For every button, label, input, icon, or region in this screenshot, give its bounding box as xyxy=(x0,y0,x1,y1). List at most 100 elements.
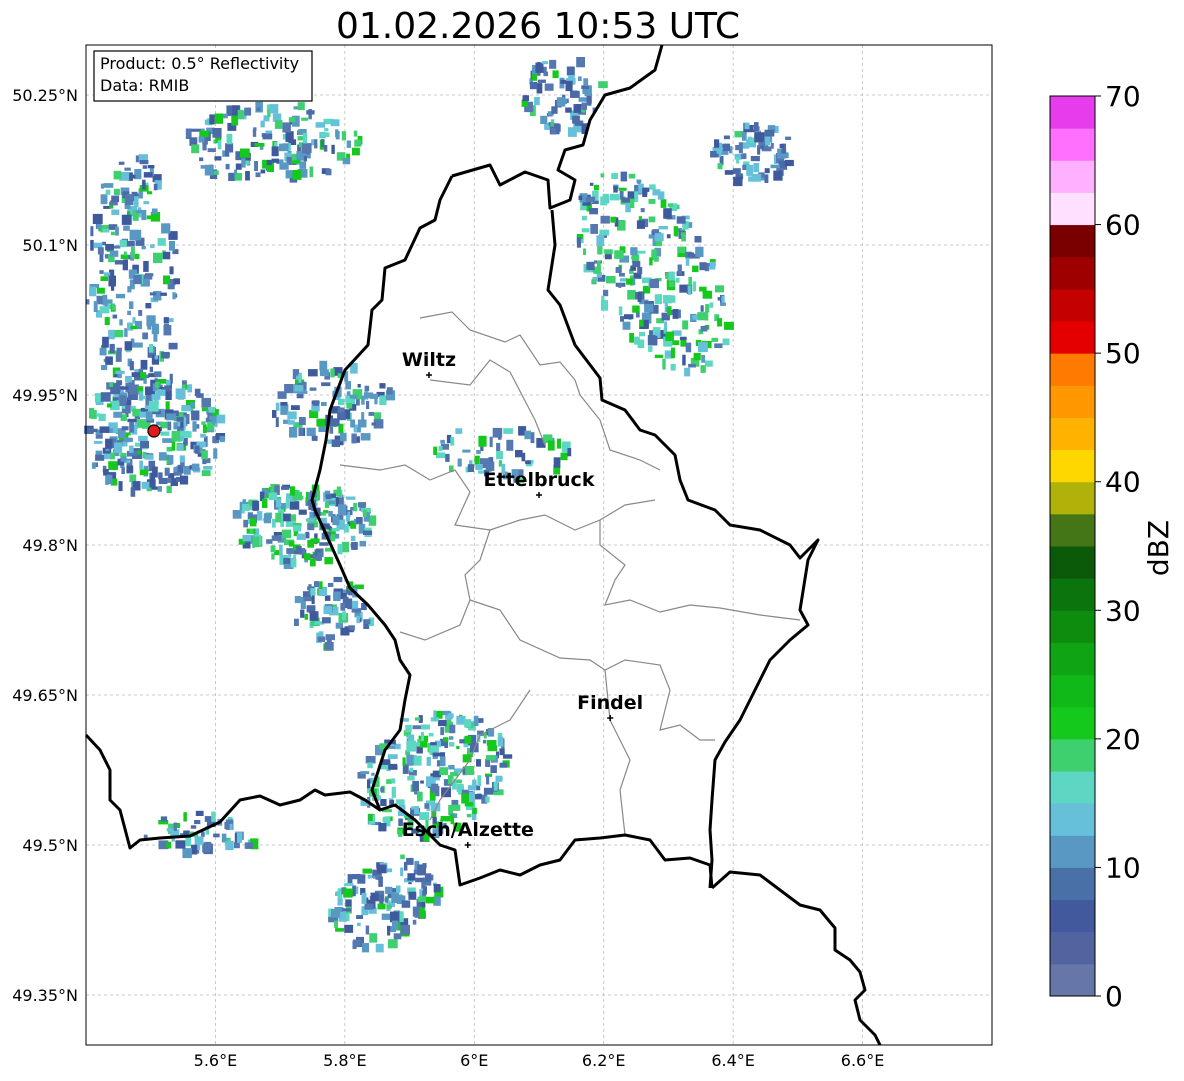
echo-cell xyxy=(419,907,425,919)
echo-cell xyxy=(98,413,106,422)
lat-tick-label: 50.1°N xyxy=(22,236,78,255)
echo-cell xyxy=(297,136,304,141)
echo-cell xyxy=(124,341,133,351)
echo-cell xyxy=(162,438,173,443)
echo-cell xyxy=(166,446,173,452)
echo-cell xyxy=(176,416,184,422)
echo-cell xyxy=(412,725,422,730)
echo-cell xyxy=(506,439,514,451)
echo-cell xyxy=(567,448,572,457)
echo-cell xyxy=(269,104,279,114)
colorbar-bin xyxy=(1050,160,1095,193)
colorbar-bin xyxy=(1050,481,1095,515)
echo-cell xyxy=(121,214,132,225)
echo-cell xyxy=(171,430,182,442)
echo-cell xyxy=(676,216,686,224)
echo-cell xyxy=(324,595,331,601)
echo-cell xyxy=(130,325,138,330)
echo-cell xyxy=(386,779,392,784)
echo-cell xyxy=(169,266,174,275)
echo-cell xyxy=(670,347,676,358)
echo-cell xyxy=(455,428,463,434)
echo-cell xyxy=(133,275,142,284)
echo-cell xyxy=(658,226,668,230)
echo-cell xyxy=(351,433,357,444)
echo-cell xyxy=(499,748,505,756)
echo-cell xyxy=(256,511,263,521)
echo-cell xyxy=(400,854,405,860)
echo-cell xyxy=(660,199,667,208)
echo-cell xyxy=(316,418,326,427)
echo-cell xyxy=(365,925,370,935)
echo-cell xyxy=(292,160,301,164)
echo-cell xyxy=(611,173,619,179)
echo-cell xyxy=(583,78,589,86)
echo-cell xyxy=(127,310,131,316)
echo-cell xyxy=(300,609,305,618)
echo-cell xyxy=(560,452,568,461)
echo-cell xyxy=(586,261,595,271)
figure-title: 01.02.2026 10:53 UTC xyxy=(336,6,740,47)
echo-cell xyxy=(104,317,110,325)
echo-cell xyxy=(406,754,414,766)
echo-cell xyxy=(345,381,351,390)
echo-cell xyxy=(384,897,388,903)
echo-cell xyxy=(147,165,155,169)
echo-cell xyxy=(190,402,195,408)
echo-cell xyxy=(180,462,185,467)
echo-cell xyxy=(496,451,503,460)
echo-cell xyxy=(145,411,153,421)
echo-cell xyxy=(346,912,350,922)
echo-cell xyxy=(212,128,222,138)
echo-cell xyxy=(335,129,339,138)
echo-cell xyxy=(684,367,691,377)
echo-cell xyxy=(680,339,687,347)
echo-cell xyxy=(89,286,97,297)
echo-cell xyxy=(693,352,701,361)
echo-cell xyxy=(657,191,665,200)
echo-cell xyxy=(622,321,631,330)
echo-cell xyxy=(214,113,224,124)
echo-cell xyxy=(99,347,107,356)
echo-cell xyxy=(302,143,312,154)
echo-cell xyxy=(209,114,215,125)
echo-cell xyxy=(724,321,734,330)
echo-cell xyxy=(486,740,497,746)
echo-cell xyxy=(371,422,376,426)
echo-cell xyxy=(200,831,205,838)
echo-cell xyxy=(457,458,462,467)
echo-cell xyxy=(349,394,358,399)
echo-cell xyxy=(88,428,98,433)
echo-cell xyxy=(570,90,578,98)
echo-cell xyxy=(720,302,726,306)
echo-cell xyxy=(120,456,127,462)
echo-cell xyxy=(746,165,754,176)
echo-cell xyxy=(431,783,439,793)
echo-cell xyxy=(271,553,275,560)
longitude-labels: 5.6°E 5.8°E 6°E 6.2°E 6.4°E 6.6°E xyxy=(194,1051,885,1070)
echo-cell xyxy=(636,179,642,184)
echo-cell xyxy=(260,169,266,174)
echo-cell xyxy=(342,908,352,912)
echo-cell xyxy=(234,172,243,181)
echo-cell xyxy=(417,791,423,802)
echo-cell xyxy=(700,305,704,312)
echo-cell xyxy=(129,445,134,453)
echo-cell xyxy=(341,131,347,141)
echo-cell xyxy=(347,598,353,610)
colorbar-bin xyxy=(1050,706,1095,740)
echo-cell xyxy=(151,208,158,215)
echo-cell xyxy=(407,873,416,881)
echo-cell xyxy=(476,759,481,767)
echo-cell xyxy=(125,194,134,205)
echo-cell xyxy=(490,765,497,773)
echo-cell xyxy=(361,395,365,405)
echo-cell xyxy=(709,261,716,270)
echo-cell xyxy=(278,143,289,152)
echo-cell xyxy=(351,874,361,880)
echo-cell xyxy=(744,122,750,130)
echo-cell xyxy=(298,509,307,515)
echo-cell xyxy=(296,533,306,540)
echo-cell xyxy=(451,799,459,805)
echo-cell xyxy=(449,724,456,734)
